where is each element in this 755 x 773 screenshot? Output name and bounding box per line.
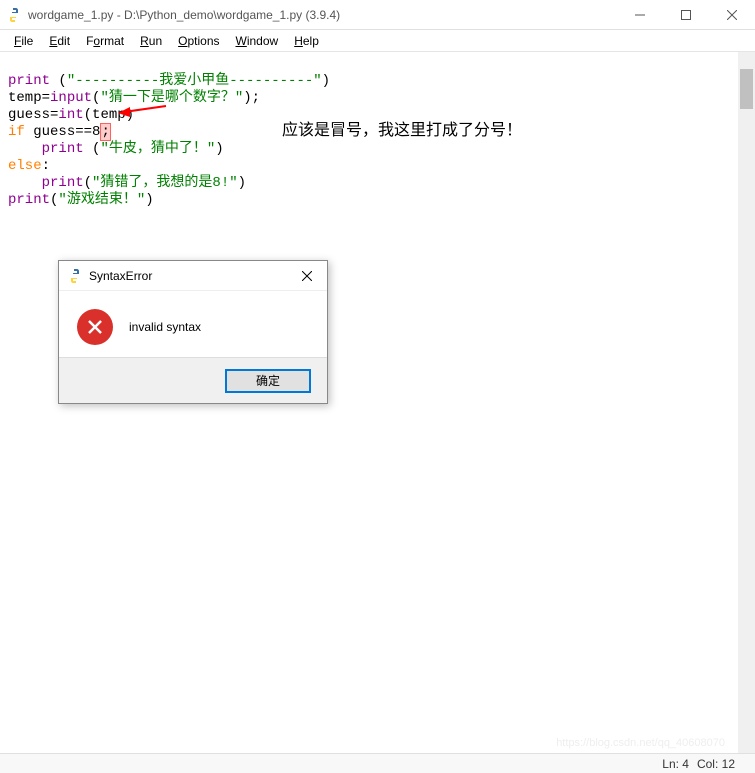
ok-button[interactable]: 确定 xyxy=(225,369,311,393)
dialog-message: invalid syntax xyxy=(129,320,201,334)
status-col: Col: 12 xyxy=(697,757,735,771)
window-title: wordgame_1.py - D:\Python_demo\wordgame_… xyxy=(28,8,617,22)
menu-file[interactable]: File xyxy=(8,32,39,50)
maximize-button[interactable] xyxy=(663,0,709,29)
error-dialog: SyntaxError invalid syntax 确定 xyxy=(58,260,328,404)
dialog-titlebar: SyntaxError xyxy=(59,261,327,291)
status-line: Ln: 4 xyxy=(662,757,689,771)
dialog-title: SyntaxError xyxy=(89,269,287,283)
annotation-arrow-icon xyxy=(118,103,168,117)
vertical-scrollbar[interactable] xyxy=(738,52,755,753)
menu-run[interactable]: Run xyxy=(134,32,168,50)
code-token: print xyxy=(8,73,50,89)
menu-edit[interactable]: Edit xyxy=(43,32,76,50)
window-buttons xyxy=(617,0,755,29)
dialog-body: invalid syntax xyxy=(59,291,327,357)
menu-help[interactable]: Help xyxy=(288,32,325,50)
python-icon xyxy=(6,7,22,23)
close-button[interactable] xyxy=(709,0,755,29)
dialog-close-button[interactable] xyxy=(287,261,327,291)
dialog-footer: 确定 xyxy=(59,357,327,403)
annotation-text: 应该是冒号，我这里打成了分号！ xyxy=(282,122,522,139)
syntax-error-highlight: ; xyxy=(100,123,110,141)
statusbar: Ln: 4 Col: 12 xyxy=(0,753,755,773)
titlebar: wordgame_1.py - D:\Python_demo\wordgame_… xyxy=(0,0,755,30)
scrollbar-thumb[interactable] xyxy=(740,69,753,109)
menu-options[interactable]: Options xyxy=(172,32,225,50)
minimize-button[interactable] xyxy=(617,0,663,29)
menu-window[interactable]: Window xyxy=(230,32,285,50)
menu-format[interactable]: Format xyxy=(80,32,130,50)
error-icon xyxy=(77,309,113,345)
python-icon xyxy=(67,268,83,284)
menubar: File Edit Format Run Options Window Help xyxy=(0,30,755,52)
